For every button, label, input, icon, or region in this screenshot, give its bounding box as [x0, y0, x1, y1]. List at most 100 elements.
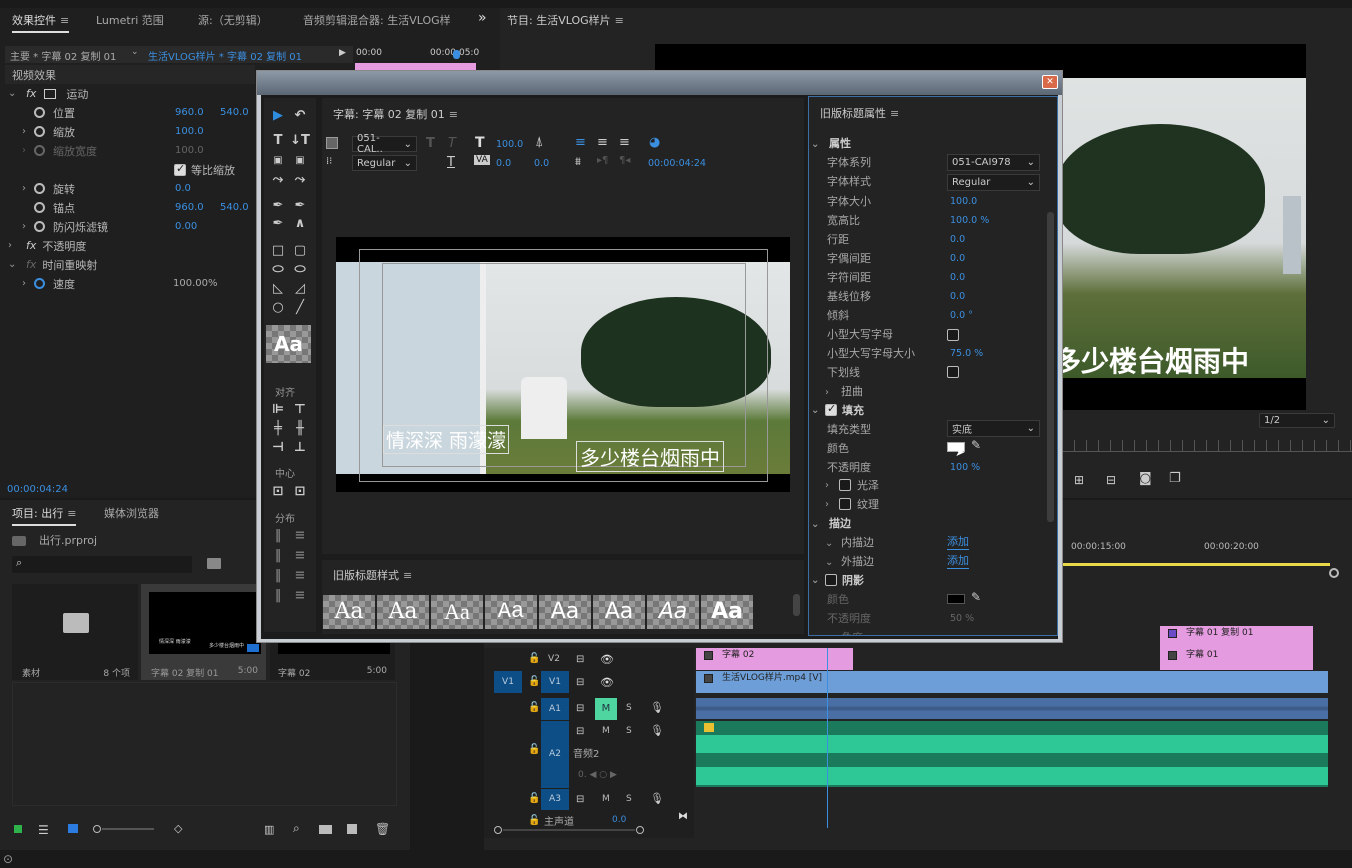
- clip-subtitle-01[interactable]: 字幕 01: [1160, 648, 1313, 670]
- properties-scrollbar[interactable]: [1047, 212, 1054, 522]
- title-canvas[interactable]: 情深深 雨濛濛 多少楼台烟雨中: [336, 237, 790, 492]
- find-icon[interactable]: ⌕: [293, 821, 300, 836]
- bold-icon[interactable]: T: [426, 136, 435, 151]
- tab-lumetri[interactable]: Lumetri 范围: [96, 12, 164, 28]
- align-text-right-icon[interactable]: ≡: [619, 135, 630, 150]
- add-inner-stroke-link[interactable]: 添加: [947, 533, 969, 550]
- lock-icon[interactable]: 🔓: [528, 702, 540, 713]
- font-family-dropdown[interactable]: 051-CAI978 ⌄: [947, 154, 1040, 171]
- style-preview[interactable]: Aa: [266, 325, 311, 363]
- slant-value[interactable]: 0.0 °: [950, 310, 973, 321]
- style-swatch[interactable]: Aa: [323, 595, 375, 629]
- properties-title[interactable]: 旧版标题属性 ≡: [820, 105, 899, 121]
- zoom-slider[interactable]: [93, 825, 155, 833]
- align-text-left-icon[interactable]: ≡: [575, 135, 586, 150]
- align-right-icon[interactable]: ⊣: [268, 440, 288, 456]
- monitor-ruler[interactable]: [1062, 440, 1352, 452]
- lock-icon[interactable]: 🔓: [528, 676, 540, 687]
- eye-icon[interactable]: 👁: [600, 676, 614, 689]
- clip-audio-a2[interactable]: [696, 721, 1328, 787]
- stopwatch-icon[interactable]: [34, 221, 45, 232]
- font-style-dropdown[interactable]: Regular ⌄: [947, 174, 1040, 191]
- creative-cloud-icon[interactable]: ⊙: [3, 852, 13, 866]
- vertical-scroll-handle[interactable]: [1329, 568, 1339, 578]
- underline-icon[interactable]: T: [447, 155, 455, 170]
- trash-icon[interactable]: 🗑: [375, 822, 390, 836]
- playhead-line[interactable]: [827, 648, 828, 828]
- stopwatch-icon[interactable]: [34, 126, 45, 137]
- tab-audio-mixer[interactable]: 音频剪辑混合器: 生活VLOG样: [303, 12, 451, 28]
- align-text-center-icon[interactable]: ≡: [597, 135, 608, 150]
- shadow-color-swatch[interactable]: [947, 594, 965, 604]
- style-swatch[interactable]: Aa: [377, 595, 429, 629]
- align-bottom-icon[interactable]: ⊥: [290, 440, 310, 456]
- leading-value[interactable]: 0.0: [950, 234, 965, 245]
- track-target-a2[interactable]: A2: [541, 721, 569, 788]
- mute-a3-button[interactable]: M: [602, 794, 610, 804]
- stopwatch-icon[interactable]: [34, 107, 45, 118]
- rounded-corner-rect-tool[interactable]: ⬭: [290, 262, 310, 278]
- ellipse-tool[interactable]: ○: [268, 300, 288, 316]
- sync-lock-icon[interactable]: ⊟: [576, 794, 584, 805]
- menu-icon[interactable]: ≡: [890, 107, 899, 120]
- master-clip-label[interactable]: 主要 * 字幕 02 复制 01: [10, 48, 116, 63]
- section-strokes[interactable]: ⌄ 描边: [811, 515, 851, 531]
- sort-icon[interactable]: ◇: [174, 822, 182, 835]
- project-item-bin[interactable]: 素材 8 个项: [12, 584, 138, 680]
- effects-timecode[interactable]: 00:00:04:24: [7, 484, 68, 495]
- mute-a1-button[interactable]: M: [595, 698, 617, 720]
- distribute-icon[interactable]: ≡: [290, 588, 310, 604]
- clip-vlog-video[interactable]: 生活VLOG样片.mp4 [V]: [696, 671, 1328, 693]
- uniform-scale[interactable]: 等比缩放: [174, 160, 235, 179]
- distribute-icon[interactable]: ‖: [268, 548, 288, 564]
- center-vertical-icon[interactable]: ⊡: [290, 484, 310, 500]
- work-area-bar[interactable]: [1062, 563, 1330, 566]
- transform-icon[interactable]: [44, 88, 57, 99]
- distribute-icon[interactable]: ‖: [268, 568, 288, 584]
- tab-media-browser[interactable]: 媒体浏览器: [104, 505, 159, 521]
- new-bin-icon[interactable]: [319, 825, 332, 834]
- menu-icon[interactable]: ≡: [403, 569, 412, 582]
- chevron-down-icon[interactable]: ⌄: [131, 47, 139, 57]
- section-fill[interactable]: ⌄填充: [811, 402, 864, 418]
- small-caps-size-value[interactable]: 75.0 %: [950, 348, 983, 359]
- font-size-value[interactable]: 100.0: [950, 196, 977, 207]
- kerning-value[interactable]: 0.0: [950, 253, 965, 264]
- section-properties[interactable]: ⌄ 属性: [811, 135, 851, 151]
- icon-view-icon[interactable]: [68, 824, 78, 833]
- tab-stop-icon[interactable]: ⩩: [575, 155, 581, 169]
- angle-row[interactable]: ›角度: [825, 629, 863, 635]
- tab-stops-icon[interactable]: ⁞⁝: [326, 156, 332, 167]
- fx-icon[interactable]: fx: [26, 87, 36, 100]
- area-type-tool[interactable]: ▣: [268, 153, 288, 169]
- fx-icon[interactable]: fx: [26, 239, 36, 252]
- inner-stroke-row[interactable]: ⌄ 内描边: [825, 534, 874, 550]
- align-top-icon[interactable]: ⊤: [290, 402, 310, 418]
- mute-a2-button[interactable]: M: [602, 726, 610, 736]
- rtl-icon[interactable]: ▸¶: [597, 155, 608, 166]
- rectangle-tool[interactable]: □: [268, 243, 288, 259]
- style-swatch[interactable]: Aa: [647, 595, 699, 629]
- lock-icon[interactable]: 🔓: [528, 653, 540, 664]
- eyedropper-icon[interactable]: ✎: [971, 590, 981, 604]
- distribute-icon[interactable]: ‖: [268, 588, 288, 604]
- monitor-zoom-select[interactable]: 1/2 ⌄: [1259, 413, 1335, 428]
- play-triangle-icon[interactable]: ▶: [339, 48, 346, 58]
- slider-handle[interactable]: [93, 825, 101, 833]
- keyframe-nav[interactable]: 0. ◀ ○ ▶: [578, 770, 617, 780]
- tab-source[interactable]: 源:（无剪辑）: [198, 12, 268, 28]
- lock-icon[interactable]: 🔓: [528, 744, 540, 755]
- subtitle-text-right[interactable]: 多少楼台烟雨中: [576, 441, 724, 472]
- styles-title[interactable]: 旧版标题样式 ≡: [333, 567, 412, 583]
- new-bin-from-search-icon[interactable]: [207, 558, 221, 569]
- styles-scrollbar[interactable]: [793, 594, 800, 616]
- sync-lock-icon[interactable]: ⊟: [576, 726, 584, 737]
- sync-lock-icon[interactable]: ⊟: [576, 677, 584, 688]
- italic-icon[interactable]: T: [448, 136, 456, 151]
- new-item-icon[interactable]: [347, 824, 357, 834]
- outer-stroke-row[interactable]: ⌄ 外描边: [825, 553, 874, 569]
- wedge-tool[interactable]: ◺: [268, 281, 288, 297]
- show-video-icon[interactable]: ◕: [649, 135, 660, 150]
- tab-effect-controls[interactable]: 效果控件 ≡: [12, 12, 70, 33]
- align-hcenter-icon[interactable]: ╪: [268, 421, 288, 437]
